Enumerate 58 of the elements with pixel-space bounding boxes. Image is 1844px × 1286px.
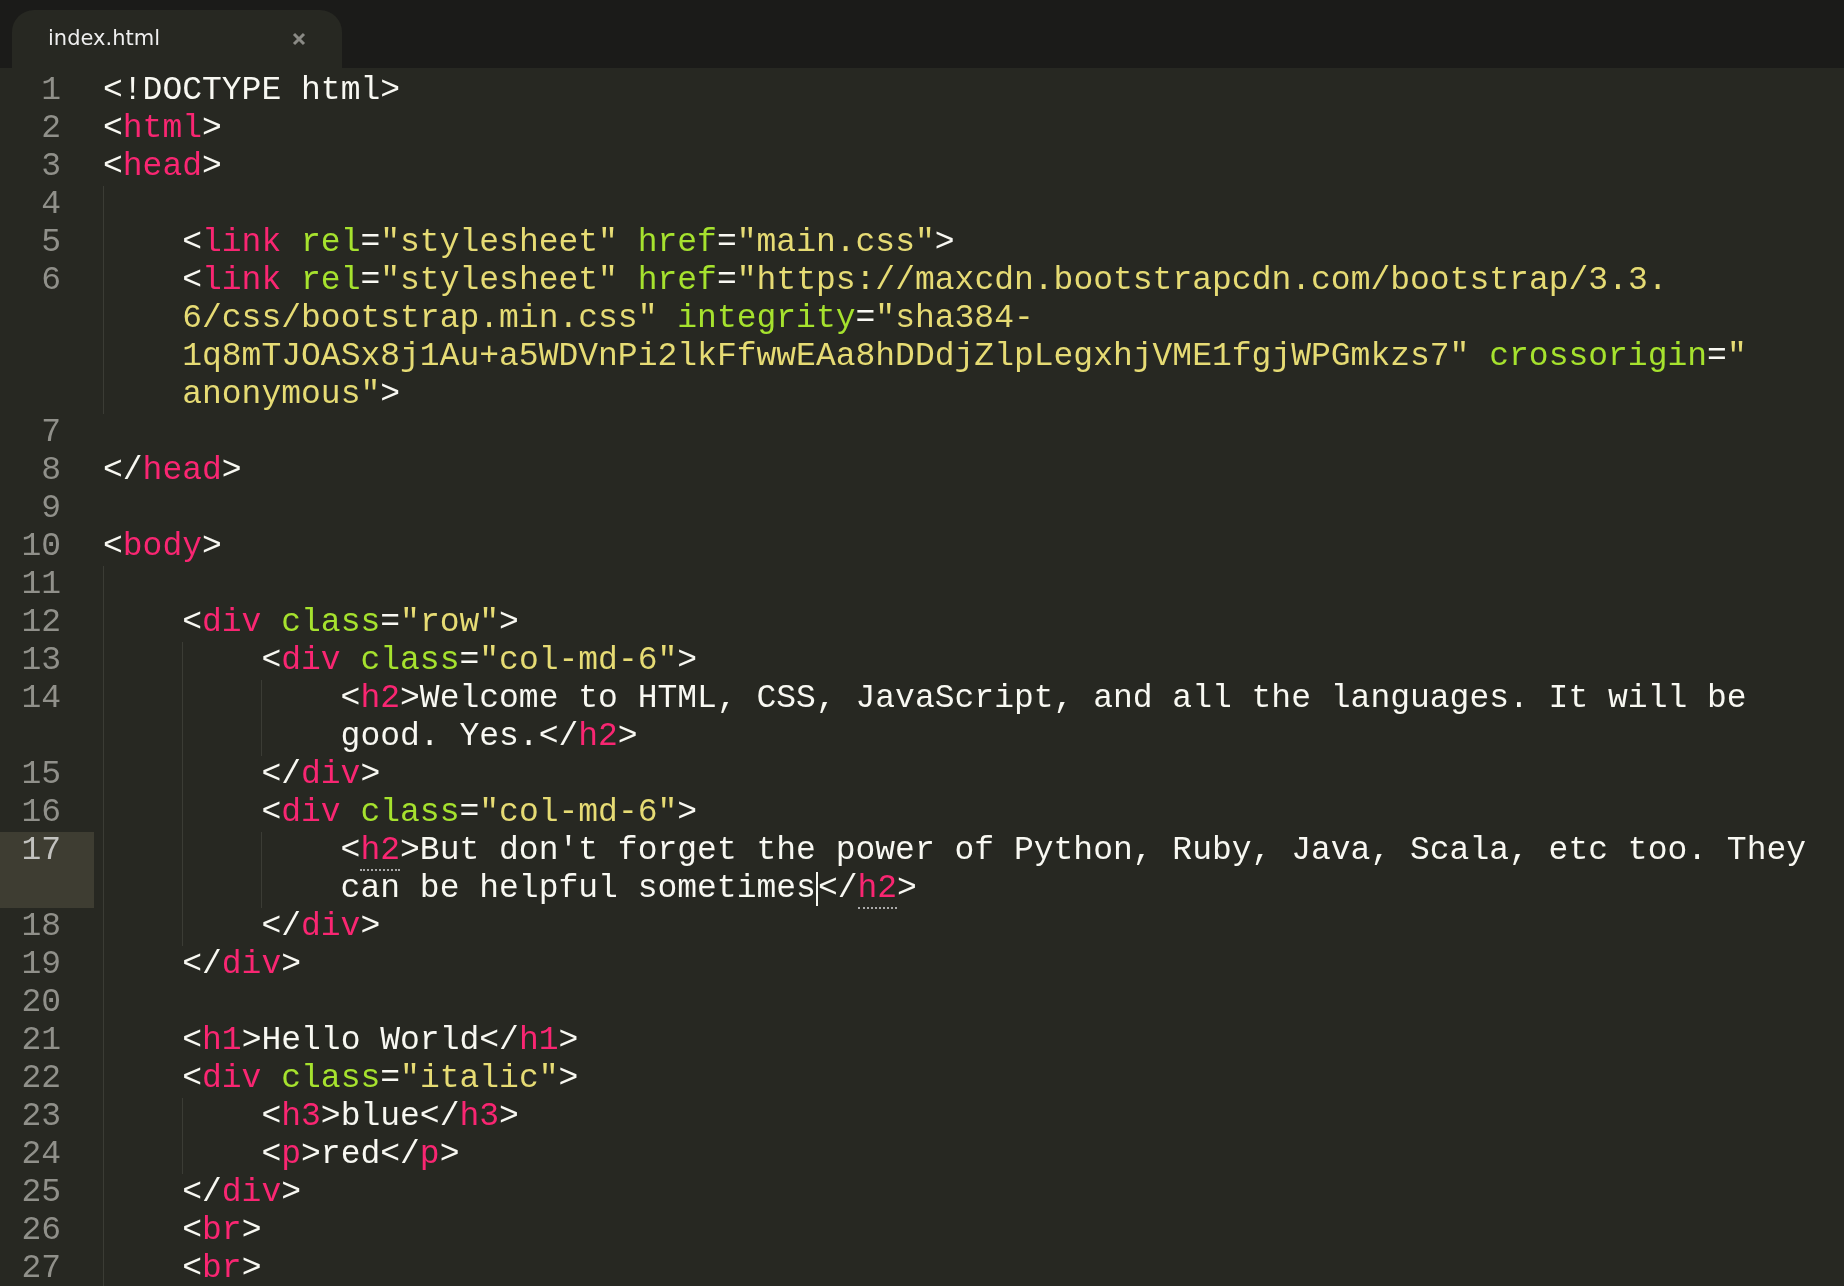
line-number: 23 [20,1098,62,1136]
close-icon[interactable] [292,32,306,46]
code-line: can be helpful sometimes [340,870,816,908]
line-number: 25 [20,1174,62,1212]
code-line: <div class="col-md-6"> [261,642,698,680]
line-number: 26 [20,1212,62,1250]
code-line: <br> [182,1212,262,1250]
line-number: 19 [20,946,62,984]
line-number: 12 [20,604,62,642]
line-number: 10 [20,528,62,566]
code-line: </div> [182,946,302,984]
line-number: 24 [20,1136,62,1174]
line-number: 4 [40,186,62,224]
code-line: </h2> [817,870,917,908]
code-line: </head> [103,452,242,490]
code-line: <h2>Welcome to HTML, CSS, JavaScript, and all the languages. It will be [340,680,1747,718]
code-line: <div class="col-md-6"> [261,794,698,832]
line-number: 9 [40,490,62,528]
file-tab[interactable]: index.html [12,10,342,68]
line-number: 14 [20,680,62,719]
code-line: 6/css/bootstrap.min.css" integrity="sha384- [182,300,1034,338]
line-number: 3 [40,148,62,186]
line-number: 6 [40,262,62,301]
code-line: <head> [103,148,222,186]
code-line: 1q8mTJOASx8j1Au+a5WDVnPi2lkFfwwEAa8hDDdjZlpLegxhjVME1fgjWPGmkzs7" crossorigin=" [182,338,1747,376]
line-number: 5 [40,224,62,262]
code-line: </div> [182,1174,302,1212]
code-line: <h2>But don't forget the power of Python, Ruby, Java, Scala, etc too. They [340,832,1807,870]
line-number: 27 [20,1250,62,1286]
code-line: good. Yes.</h2> [340,718,638,756]
line-number: 18 [20,908,62,946]
line-number: 11 [20,566,62,604]
line-number: 13 [20,642,62,680]
code-line: <h3>blue</h3> [261,1098,519,1136]
code-line: </div> [261,908,381,946]
line-number: 2 [40,110,62,148]
code-line: <link rel="stylesheet" href="https://maxcdn.bootstrapcdn.com/bootstrap/3.3. [182,262,1668,300]
line-number: 21 [20,1022,62,1060]
code-line: </div> [261,756,381,794]
line-number: 20 [20,984,62,1022]
line-number: 1 [40,72,62,110]
code-line: <!DOCTYPE html> [103,72,401,110]
code-line: <div class="italic"> [182,1060,579,1098]
line-number: 22 [20,1060,62,1098]
line-number: 8 [40,452,62,490]
code-line: <link rel="stylesheet" href="main.css"> [182,224,955,262]
code-line: <html> [103,110,222,148]
line-number: 17 [0,832,94,908]
code-line: <p>red</p> [261,1136,460,1174]
code-line: <h1>Hello World</h1> [182,1022,579,1060]
code-line: anonymous"> [182,376,401,414]
code-line: <br> [182,1250,262,1286]
code-line: <div class="row"> [182,604,519,642]
line-number: 16 [20,794,62,832]
text-cursor [815,872,818,906]
line-number: 7 [40,414,62,452]
line-number: 15 [20,756,62,794]
code-line: <body> [103,528,222,566]
